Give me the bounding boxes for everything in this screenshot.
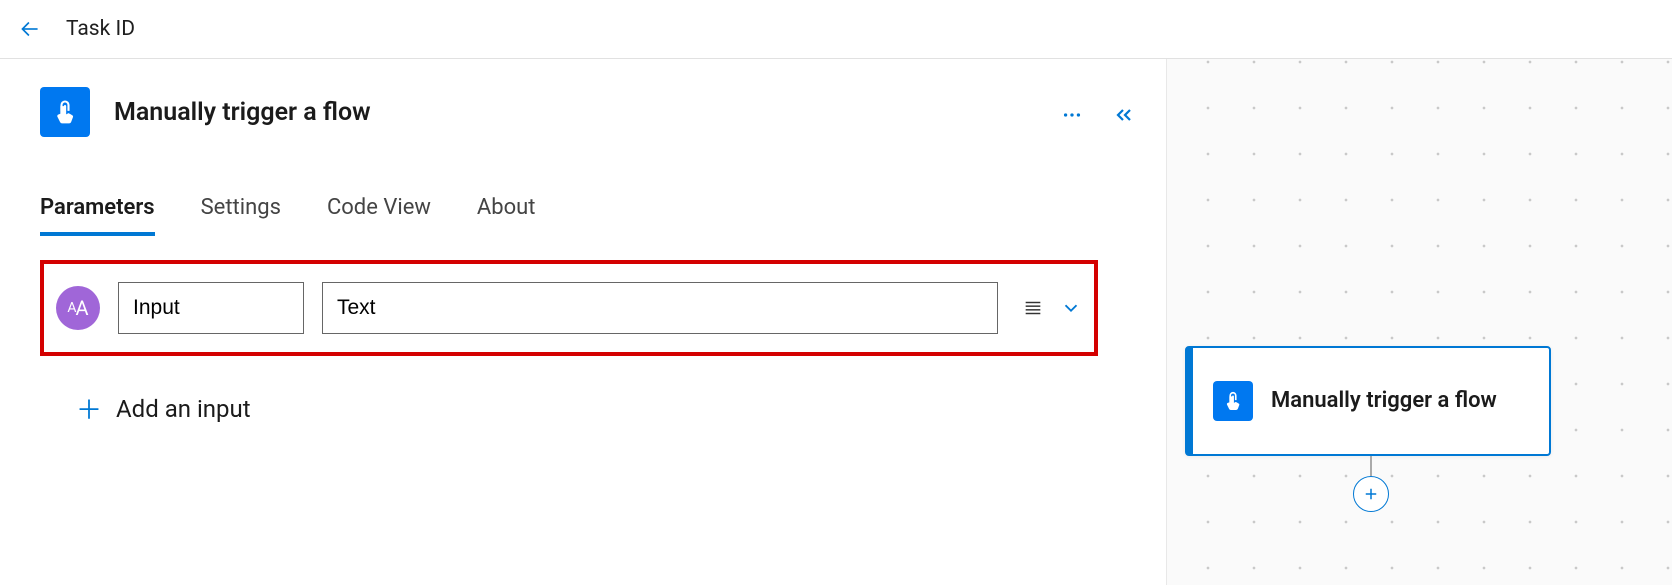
trigger-card[interactable]: Manually trigger a flow bbox=[1185, 346, 1551, 456]
input-row-highlighted: AA bbox=[40, 260, 1098, 356]
input-value-field[interactable] bbox=[322, 282, 998, 334]
arrow-left-icon bbox=[17, 16, 43, 42]
reorder-button[interactable] bbox=[1022, 297, 1044, 319]
list-icon bbox=[1022, 297, 1044, 319]
content-area: Manually trigger a flow Parameters Setti… bbox=[0, 59, 1672, 585]
back-button[interactable] bbox=[14, 13, 46, 45]
touch-icon bbox=[51, 98, 79, 126]
tab-parameters[interactable]: Parameters bbox=[40, 195, 155, 236]
tab-code-view[interactable]: Code View bbox=[327, 195, 431, 236]
add-input-label: Add an input bbox=[116, 395, 251, 423]
more-button[interactable] bbox=[1058, 101, 1086, 129]
plus-icon: ＋ bbox=[76, 390, 102, 427]
trigger-card-icon bbox=[1213, 381, 1253, 421]
tabs: Parameters Settings Code View About bbox=[40, 195, 1126, 236]
trigger-card-title: Manually trigger a flow bbox=[1271, 386, 1497, 416]
plus-icon bbox=[1362, 485, 1380, 503]
expand-options-button[interactable] bbox=[1060, 297, 1082, 319]
ellipsis-icon bbox=[1061, 104, 1083, 126]
touch-icon bbox=[1222, 390, 1244, 412]
trigger-icon bbox=[40, 87, 90, 137]
text-type-badge: AA bbox=[56, 286, 100, 330]
collapse-panel-button[interactable] bbox=[1110, 101, 1138, 129]
details-panel: Manually trigger a flow Parameters Setti… bbox=[0, 59, 1166, 585]
page-title: Task ID bbox=[66, 17, 135, 41]
add-step-button[interactable] bbox=[1353, 476, 1389, 512]
connector-line bbox=[1370, 456, 1372, 476]
tab-settings[interactable]: Settings bbox=[201, 195, 281, 236]
add-input-button[interactable]: ＋ Add an input bbox=[76, 390, 1126, 427]
panel-title: Manually trigger a flow bbox=[114, 98, 371, 127]
topbar: Task ID bbox=[0, 0, 1672, 59]
input-name-field[interactable] bbox=[118, 282, 304, 334]
input-row-actions bbox=[1016, 297, 1088, 319]
chevron-down-icon bbox=[1060, 297, 1082, 319]
tab-about[interactable]: About bbox=[477, 195, 536, 236]
chevron-double-left-icon bbox=[1112, 103, 1136, 127]
panel-actions bbox=[1058, 101, 1138, 129]
flow-canvas[interactable]: Manually trigger a flow bbox=[1166, 59, 1672, 585]
panel-header: Manually trigger a flow bbox=[40, 87, 1126, 137]
